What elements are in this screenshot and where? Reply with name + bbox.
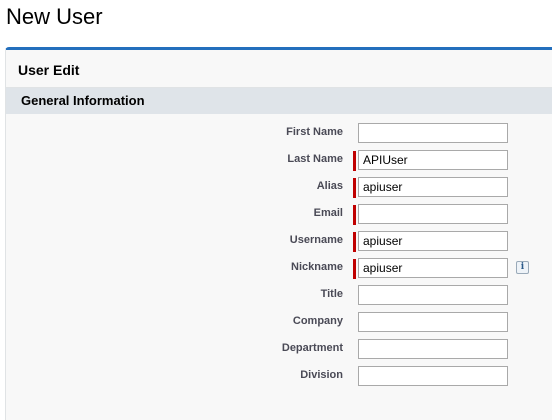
- form-row-username: Username: [6, 231, 552, 258]
- first-name-label: First Name: [286, 126, 343, 138]
- required-indicator: [353, 205, 356, 225]
- form-row-last-name: Last Name: [6, 150, 552, 177]
- title-label: Title: [320, 288, 343, 300]
- email-label: Email: [313, 207, 343, 219]
- required-indicator: [353, 259, 356, 279]
- company-label: Company: [292, 315, 343, 327]
- nickname-label: Nickname: [291, 261, 343, 273]
- division-field[interactable]: [358, 366, 508, 386]
- required-indicator: [353, 151, 356, 171]
- form-row-company: Company: [6, 312, 552, 339]
- form-row-email: Email: [6, 204, 552, 231]
- last-name-field[interactable]: [358, 150, 508, 170]
- company-field[interactable]: [358, 312, 508, 332]
- form-row-alias: Alias: [6, 177, 552, 204]
- username-label: Username: [289, 234, 343, 246]
- required-indicator: [353, 178, 356, 198]
- form-row-department: Department: [6, 339, 552, 366]
- user-edit-panel: User Edit General Information First Name…: [5, 47, 552, 420]
- alias-field[interactable]: [358, 177, 508, 197]
- division-label: Division: [300, 369, 343, 381]
- first-name-field[interactable]: [358, 123, 508, 143]
- last-name-label: Last Name: [287, 153, 343, 165]
- title-field[interactable]: [358, 285, 508, 305]
- panel-title: User Edit: [18, 62, 80, 78]
- alias-label: Alias: [316, 180, 343, 192]
- page-title: New User: [6, 4, 103, 29]
- required-indicator: [353, 232, 356, 252]
- department-field[interactable]: [358, 339, 508, 359]
- panel-header: User Edit: [6, 50, 552, 88]
- info-icon[interactable]: i: [516, 261, 529, 274]
- email-field[interactable]: [358, 204, 508, 224]
- section-title: General Information: [21, 93, 145, 108]
- nickname-field[interactable]: [358, 258, 508, 278]
- department-label: Department: [281, 342, 343, 354]
- form-row-title: Title: [6, 285, 552, 312]
- form-row-division: Division: [6, 366, 552, 393]
- username-field[interactable]: [358, 231, 508, 251]
- form-row-first-name: First Name: [6, 123, 552, 150]
- form-row-nickname: Nickname i: [6, 258, 552, 285]
- section-header-general-information: General Information: [6, 88, 552, 114]
